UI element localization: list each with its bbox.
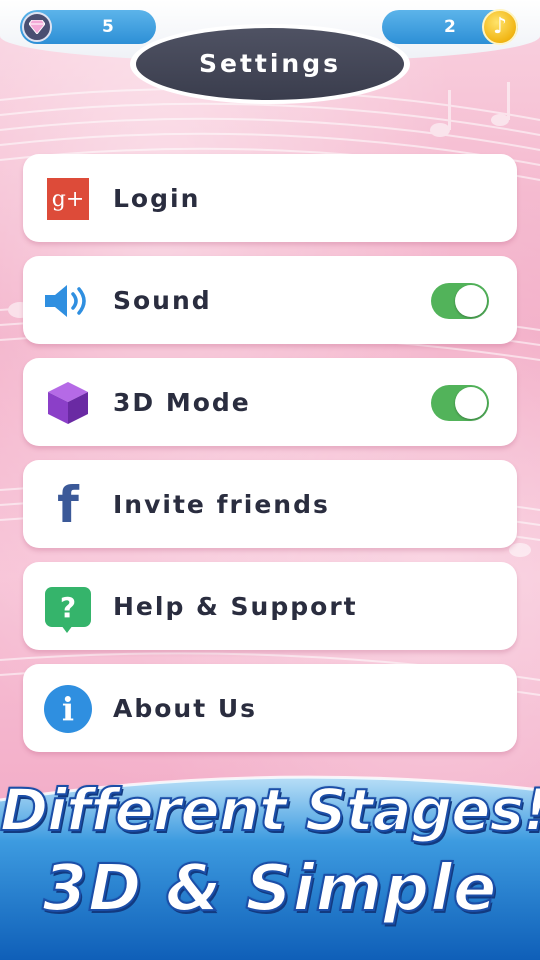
diamond-icon <box>22 12 52 42</box>
speech-tail <box>61 625 73 633</box>
google-plus-icon: g+ <box>43 174 93 224</box>
promo-banner: Different Stages! 3D & Simple <box>0 770 540 960</box>
help-support-row[interactable]: ? Help & Support <box>23 562 517 650</box>
page-title: Settings <box>136 28 404 100</box>
coin-count: 2 <box>444 17 456 37</box>
help-question-icon: ? <box>43 582 93 633</box>
invite-friends-row[interactable]: f Invite friends <box>23 460 517 548</box>
3d-mode-row[interactable]: 3D Mode <box>23 358 517 446</box>
top-bar: 5 2 ♪ Settings <box>0 0 540 120</box>
music-note-icon: ♪ <box>482 9 518 45</box>
invite-friends-label: Invite friends <box>113 490 330 519</box>
login-row[interactable]: g+ Login <box>23 154 517 242</box>
3d-mode-label: 3D Mode <box>113 388 251 417</box>
promo-subheadline: 3D & Simple <box>42 851 498 927</box>
promo-headline: Different Stages! <box>0 775 540 845</box>
speaker-icon <box>43 276 93 326</box>
coin-counter[interactable]: 2 ♪ <box>382 9 518 45</box>
about-us-label: About Us <box>113 694 258 723</box>
help-support-label: Help & Support <box>113 592 358 621</box>
help-glyph: ? <box>45 587 91 627</box>
facebook-icon: f <box>43 480 93 530</box>
gem-count: 5 <box>102 17 114 37</box>
sound-toggle[interactable] <box>431 283 489 319</box>
sound-row[interactable]: Sound <box>23 256 517 344</box>
google-plus-glyph: g+ <box>47 178 89 220</box>
facebook-glyph: f <box>57 476 79 534</box>
info-icon: i <box>43 684 93 734</box>
cube-icon <box>43 378 93 428</box>
gem-counter[interactable]: 5 <box>20 10 156 44</box>
3d-mode-toggle[interactable] <box>431 385 489 421</box>
login-label: Login <box>113 184 201 213</box>
toggle-knob <box>455 387 487 419</box>
sound-label: Sound <box>113 286 212 315</box>
toggle-knob <box>455 285 487 317</box>
about-us-row[interactable]: i About Us <box>23 664 517 752</box>
info-glyph: i <box>44 685 92 733</box>
